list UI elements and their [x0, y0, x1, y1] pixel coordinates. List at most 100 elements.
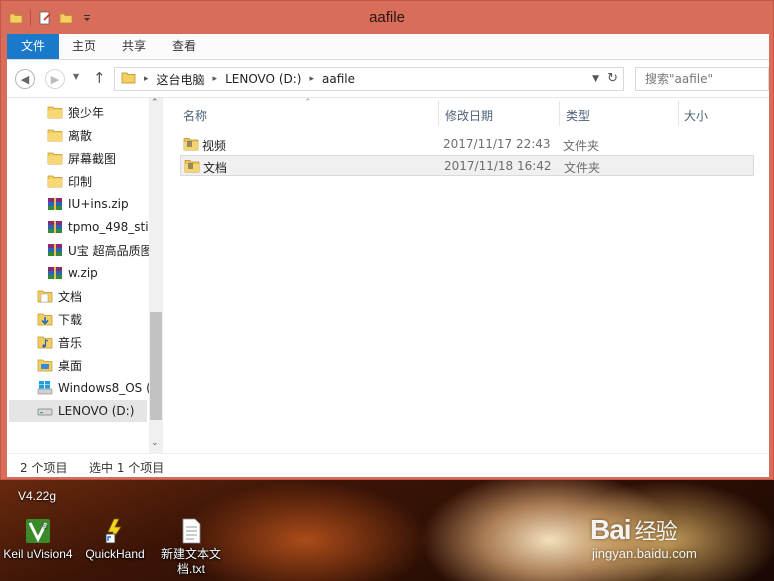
- navigation-pane: 狼少年离散屏幕截图印制 IU+ins.zip tpmo_498_stir U宝 超高品…: [7, 98, 165, 453]
- chevron-down-icon: ▼: [73, 72, 80, 81]
- address-bar[interactable]: ▸ 这台电脑 ▸ LENOVO (D:) ▸ aafile ▼ ↻: [114, 67, 624, 91]
- column-header-row: ⌃ 名称 修改日期 类型 大小: [170, 98, 769, 128]
- scrollbar-thumb[interactable]: [150, 312, 162, 420]
- file-list-pane: ⌃ 名称 修改日期 类型 大小 视频 2017/11/17 22:43 文件夹 文档 2…: [170, 98, 769, 453]
- arrow-up-icon: ↑: [93, 69, 106, 87]
- tab-view[interactable]: 查看: [159, 34, 209, 59]
- file-type: 文件夹: [564, 161, 601, 175]
- nav-tree-label: w.zip: [68, 266, 98, 280]
- nav-tree-label: 离散: [68, 128, 93, 143]
- keil-uvision-icon: 5: [26, 519, 50, 543]
- desktop-icon-textfile[interactable]: 新建文本文档.txt: [153, 518, 229, 577]
- nav-scrollbar[interactable]: ⌃ ⌄: [149, 98, 163, 453]
- watermark-brand-latin: Bai: [590, 514, 632, 545]
- file-type: 文件夹: [563, 139, 600, 153]
- watermark-url: jingyan.baidu.com: [592, 546, 697, 561]
- column-header-name[interactable]: 名称: [183, 107, 207, 124]
- file-row[interactable]: 视频 2017/11/17 22:43 文件夹: [180, 134, 754, 155]
- breadcrumb-current-folder[interactable]: aafile: [318, 72, 359, 86]
- column-header-size[interactable]: 大小: [684, 107, 708, 124]
- nav-tree-label: 狼少年: [68, 105, 105, 120]
- nav-tree-label: 屏幕截图: [68, 151, 117, 166]
- breadcrumb-separator-icon[interactable]: ▸: [209, 74, 222, 84]
- nav-tree-item[interactable]: 下载: [37, 308, 149, 330]
- column-divider[interactable]: [559, 101, 560, 126]
- nav-tree-item[interactable]: w.zip: [47, 262, 149, 284]
- folder-icon: [47, 150, 63, 166]
- nav-tree-label: tpmo_498_stir: [68, 220, 149, 234]
- nav-tree-item[interactable]: 文档: [37, 285, 149, 307]
- breadcrumb-separator-icon[interactable]: ▸: [140, 74, 153, 84]
- nav-tree-label: 桌面: [58, 358, 83, 373]
- zip-archive-icon: [47, 219, 63, 235]
- address-dropdown-icon[interactable]: ▼: [592, 70, 599, 88]
- nav-tree-item[interactable]: tpmo_498_stir: [47, 216, 149, 238]
- zip-archive-icon: [47, 242, 63, 258]
- refresh-icon[interactable]: ↻: [607, 69, 618, 89]
- status-item-count: 2 个项目: [20, 461, 68, 475]
- baidu-jingyan-watermark: Bai 经验 jingyan.baidu.com: [590, 514, 697, 561]
- nav-tree-label: 印制: [68, 174, 93, 189]
- arrow-right-icon: ▶: [50, 72, 60, 86]
- column-divider[interactable]: [438, 101, 439, 126]
- tab-home[interactable]: 主页: [59, 34, 109, 59]
- nav-tree-item[interactable]: 印制: [47, 170, 149, 192]
- text-file-icon: [182, 518, 201, 544]
- desktop-icon-label: Keil uVision4: [3, 547, 73, 561]
- file-modified-date: 2017/11/18 16:42: [444, 159, 552, 173]
- nav-tree-item[interactable]: 桌面: [37, 354, 149, 376]
- arrow-left-icon: ◀: [20, 72, 30, 86]
- content-area: 狼少年离散屏幕截图印制 IU+ins.zip tpmo_498_stir U宝 超高品…: [7, 98, 769, 453]
- nav-tree-item[interactable]: 离散: [47, 124, 149, 146]
- zip-archive-icon: [47, 265, 63, 281]
- music-library-icon: [37, 334, 53, 350]
- column-header-date[interactable]: 修改日期: [445, 107, 493, 124]
- desktop-icon-quickhand[interactable]: QuickHand: [77, 518, 153, 562]
- breadcrumb-this-pc[interactable]: 这台电脑: [153, 71, 209, 88]
- nav-tree-item[interactable]: 音乐: [37, 331, 149, 353]
- nav-tree-item[interactable]: 狼少年: [47, 101, 149, 123]
- scroll-down-icon[interactable]: ⌄: [151, 438, 159, 448]
- desktop-icon-label: QuickHand: [85, 547, 145, 561]
- nav-tree-item[interactable]: IU+ins.zip: [47, 193, 149, 215]
- tab-file[interactable]: 文件: [7, 34, 60, 59]
- watermark-brand: Bai 经验: [590, 514, 697, 546]
- folder-icon: [115, 71, 140, 88]
- desktop-folder-icon: [37, 357, 53, 373]
- back-button[interactable]: ◀: [15, 69, 35, 89]
- column-divider[interactable]: [678, 101, 679, 126]
- recent-locations-dropdown[interactable]: ▼: [73, 72, 79, 81]
- status-selection-count: 选中 1 个项目: [89, 461, 165, 475]
- tab-share[interactable]: 共享: [109, 34, 159, 59]
- nav-tree-item[interactable]: LENOVO (D:): [9, 400, 147, 422]
- desktop-partial-label: V4.22g: [18, 489, 57, 503]
- nav-tree-label: Windows8_OS (: [58, 381, 149, 395]
- quickhand-icon: [105, 518, 122, 544]
- windows-drive-icon: [37, 380, 53, 396]
- folder-icon: [183, 137, 199, 151]
- ribbon-tabs: 文件 主页 共享 查看: [7, 34, 769, 60]
- column-header-type[interactable]: 类型: [566, 107, 590, 124]
- breadcrumb-drive[interactable]: LENOVO (D:): [221, 72, 305, 86]
- folder-icon: [47, 173, 63, 189]
- file-name: 视频: [202, 139, 227, 153]
- scroll-up-icon[interactable]: ⌃: [151, 98, 159, 108]
- documents-library-icon: [37, 288, 53, 304]
- nav-tree-item[interactable]: U宝 超高品质图: [47, 239, 149, 261]
- folder-icon: [47, 127, 63, 143]
- file-row[interactable]: 文档 2017/11/18 16:42 文件夹: [180, 155, 754, 176]
- nav-tree-label: U宝 超高品质图: [68, 243, 149, 258]
- desktop-icon-label: 新建文本文档.txt: [160, 547, 221, 576]
- downloads-icon: [37, 311, 53, 327]
- search-input[interactable]: 搜索"aafile": [635, 67, 769, 91]
- up-button[interactable]: ↑: [93, 69, 106, 87]
- address-row: ◀ ▶ ▼ ↑ ▸ 这台电脑 ▸ LENOVO (D:) ▸ aafile ▼ …: [7, 60, 769, 98]
- nav-tree-item[interactable]: Windows8_OS (: [37, 377, 149, 399]
- desktop-icon-keil[interactable]: 5 Keil uVision4: [0, 518, 76, 562]
- nav-tree-item[interactable]: 屏幕截图: [47, 147, 149, 169]
- watermark-brand-cn: 经验: [634, 520, 678, 545]
- file-modified-date: 2017/11/17 22:43: [443, 137, 551, 151]
- explorer-window: aafile 文件 主页 共享 查看 ◀ ▶ ▼ ↑ ▸ 这台电脑 ▸ LENO…: [0, 0, 774, 480]
- breadcrumb-separator-icon[interactable]: ▸: [305, 74, 318, 84]
- forward-button[interactable]: ▶: [45, 69, 65, 89]
